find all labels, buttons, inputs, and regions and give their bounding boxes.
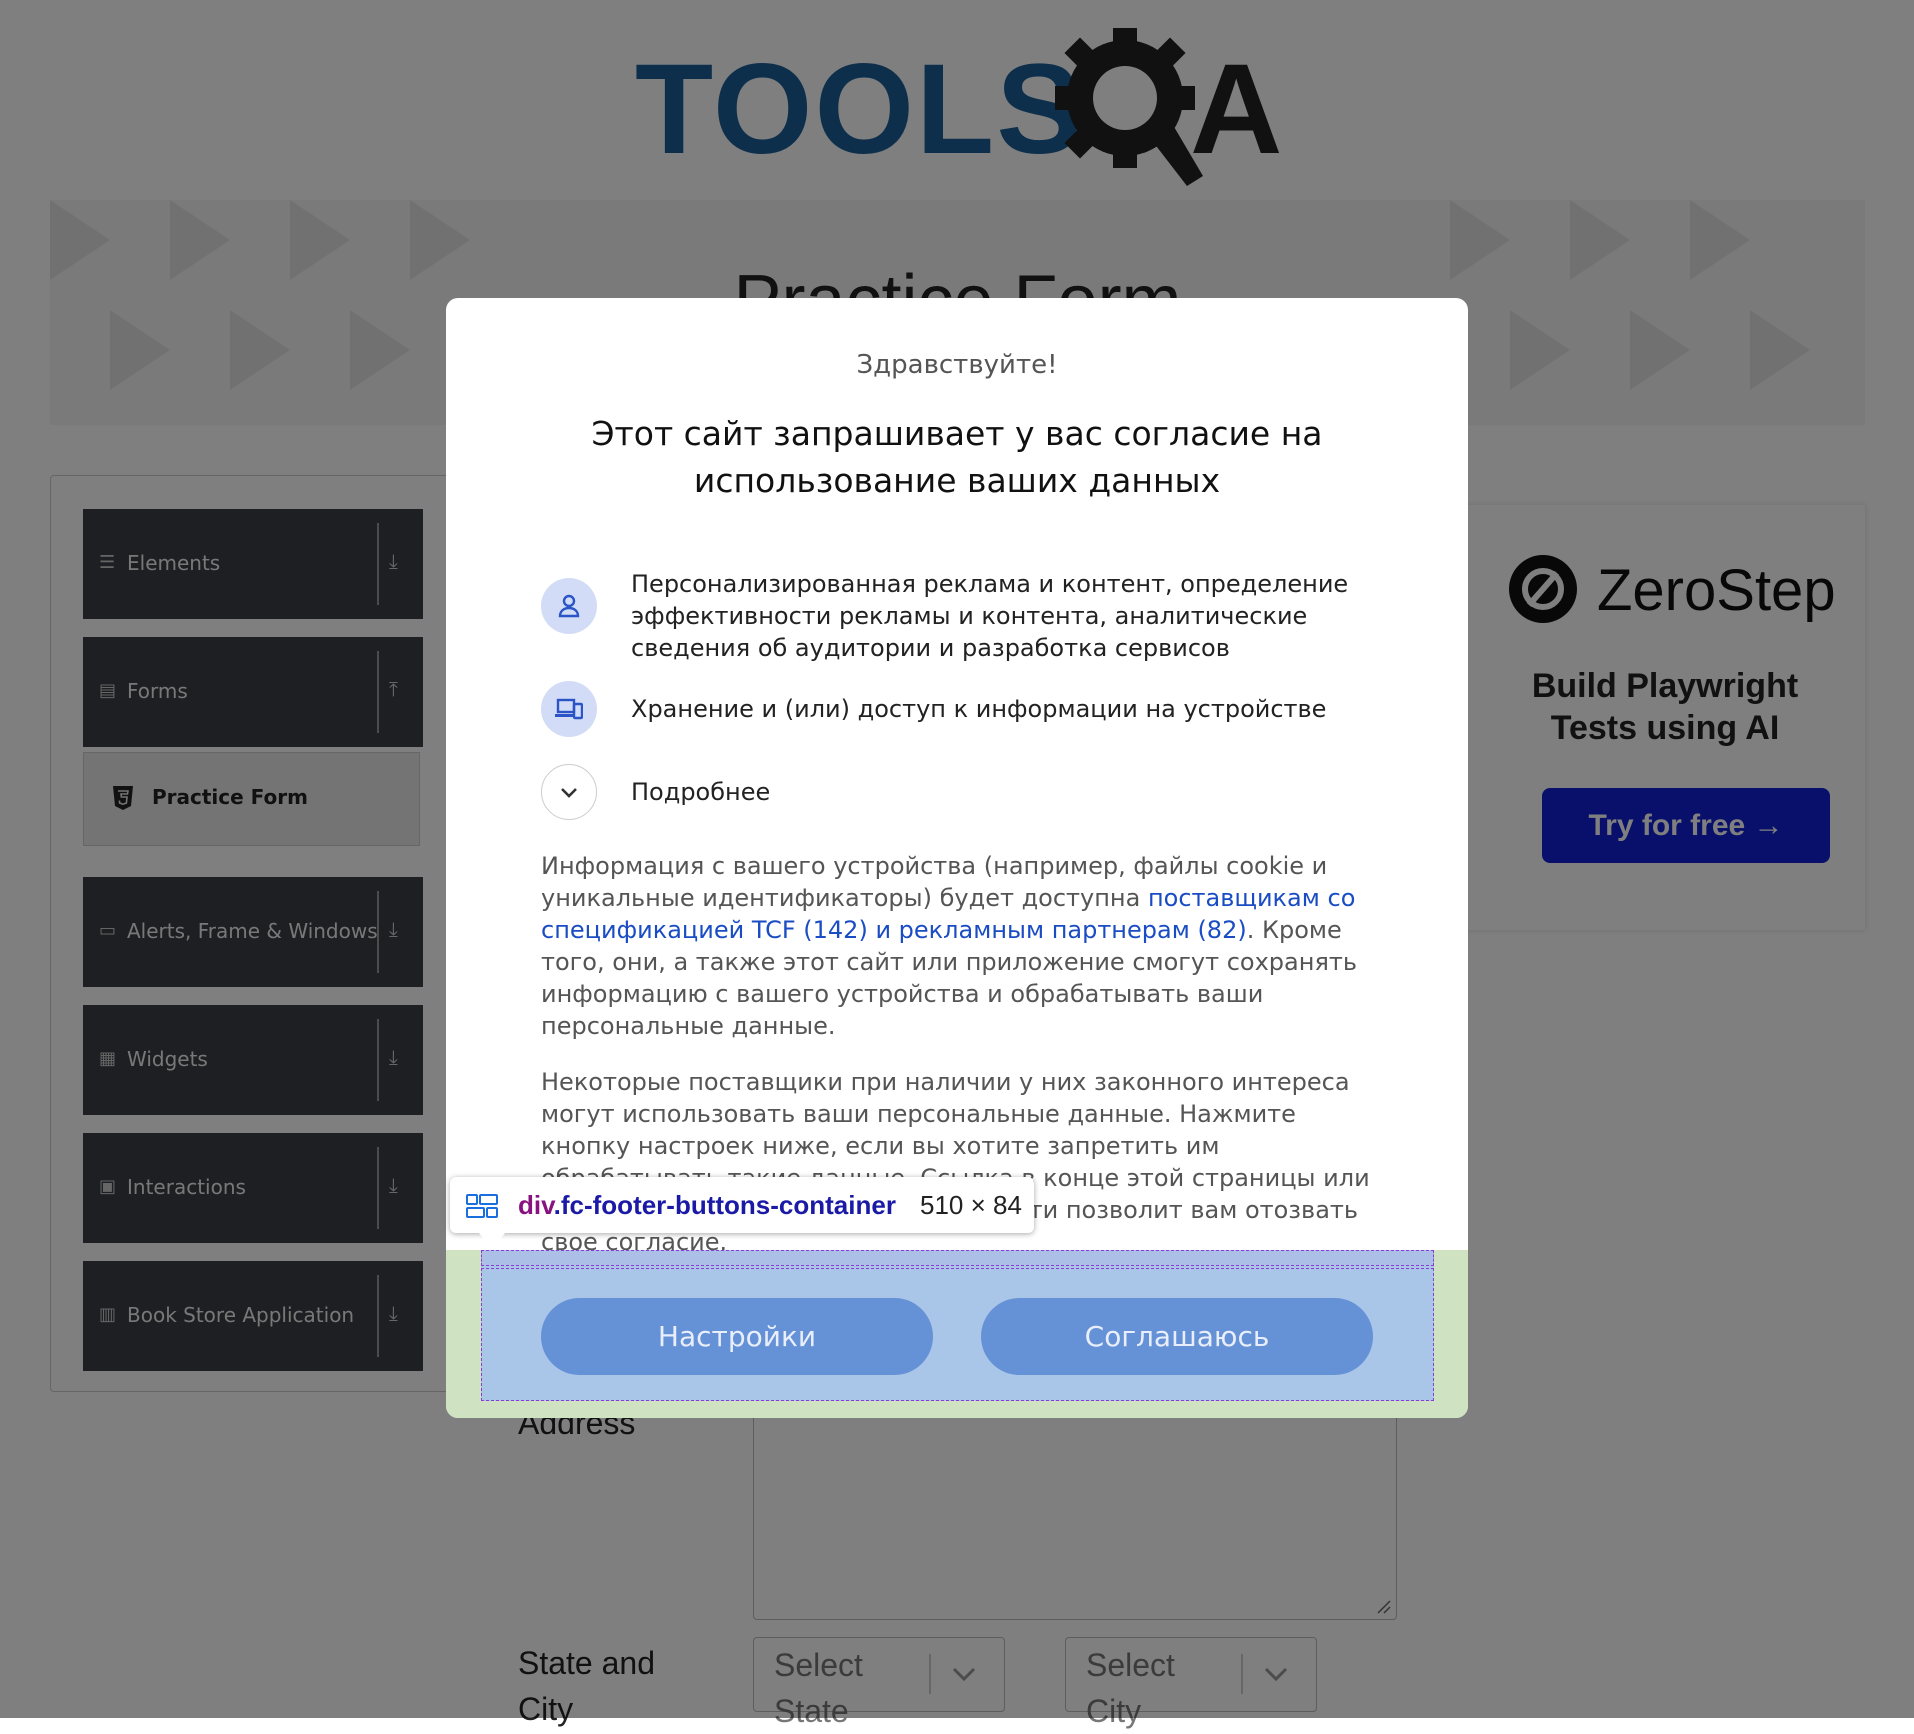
devices-icon [541, 681, 597, 737]
purpose-text: Хранение и (или) доступ к информации на … [631, 695, 1327, 723]
tooltip-tag: div [518, 1190, 554, 1220]
purpose-device-storage: Хранение и (или) доступ к информации на … [541, 681, 1381, 741]
page: TOOLS A [0, 0, 1914, 1729]
tooltip-selector: div.fc-footer-buttons-container [518, 1190, 896, 1221]
devtools-inspect-tooltip: div.fc-footer-buttons-container 510 × 84 [450, 1177, 1034, 1233]
tooltip-arrow [478, 1232, 506, 1248]
more-details-toggle[interactable]: Подробнее [541, 764, 1381, 824]
consent-info-paragraph: Информация с вашего устройства (например… [541, 850, 1381, 1042]
purpose-personalized-ads: Персонализированная реклама и контент, о… [541, 568, 1381, 668]
chevron-down-icon[interactable] [541, 764, 597, 820]
settings-button[interactable]: Настройки [541, 1298, 933, 1375]
purpose-text: Персонализированная реклама и контент, о… [631, 570, 1349, 662]
tooltip-dimensions: 510 × 84 [920, 1190, 1022, 1220]
consent-greeting: Здравствуйте! [856, 350, 1058, 380]
more-details-label: Подробнее [631, 778, 771, 806]
tooltip-class: .fc-footer-buttons-container [553, 1190, 896, 1220]
footer-margin-highlight [481, 1250, 1434, 1266]
consent-dialog: Здравствуйте! Этот сайт запрашивает у ва… [446, 298, 1468, 1418]
consent-title: Этот сайт запрашивает у вас согласие на … [591, 414, 1323, 500]
flex-container-icon [466, 1194, 498, 1218]
agree-button[interactable]: Соглашаюсь [981, 1298, 1373, 1375]
person-icon [541, 578, 597, 634]
